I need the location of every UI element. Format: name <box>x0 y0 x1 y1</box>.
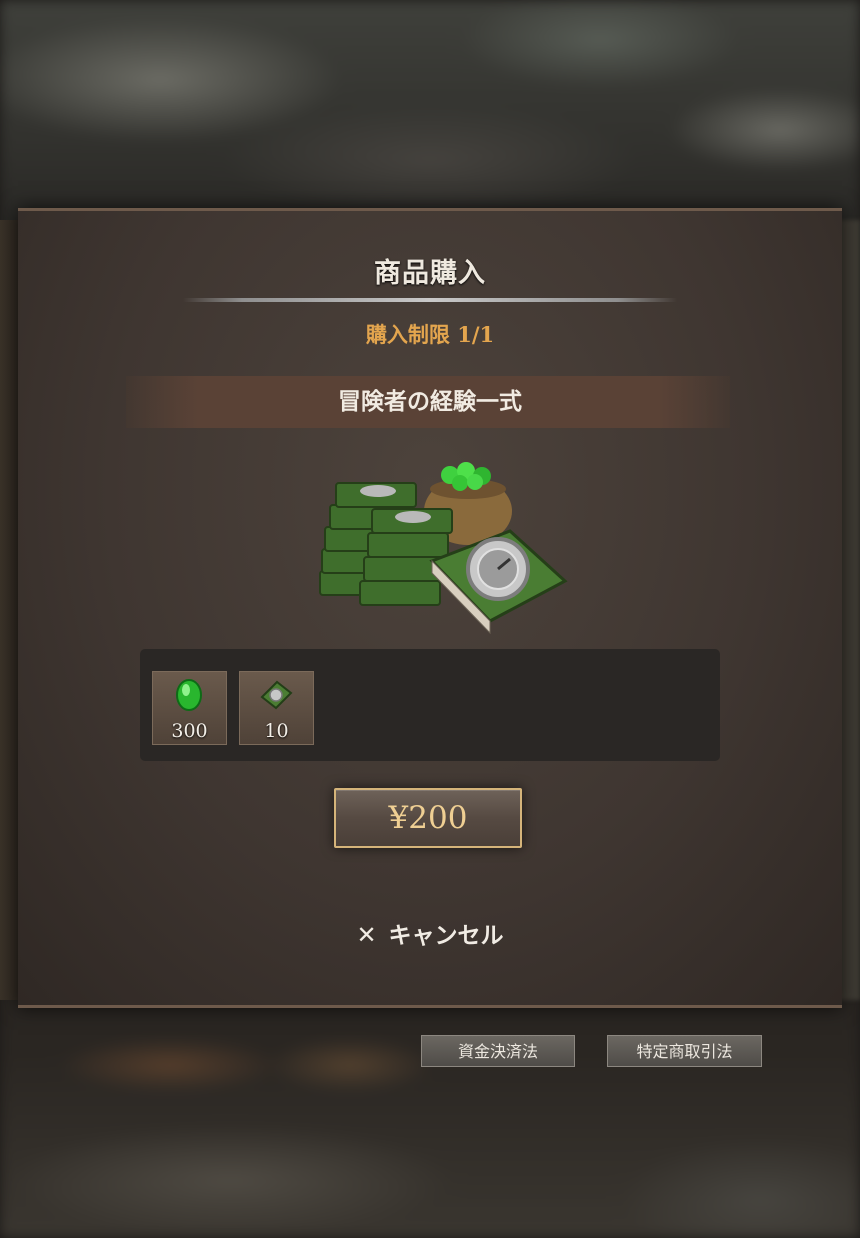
close-icon: ✕ <box>356 921 377 949</box>
green-book-icon <box>260 680 293 710</box>
title-divider <box>183 298 677 302</box>
commercial-transactions-act-button[interactable]: 特定商取引法 <box>607 1035 762 1067</box>
funds-settlement-act-button[interactable]: 資金決済法 <box>421 1035 575 1067</box>
purchase-dialog: 商品購入 購入制限 1/1 冒険者の経験一式 300 10 ¥200 ✕ キャン… <box>18 208 842 1008</box>
dialog-title: 商品購入 <box>374 258 486 289</box>
purchase-limit: 購入制限 1/1 <box>365 322 495 347</box>
reward-items-panel: 300 10 <box>140 649 720 761</box>
product-bundle-image <box>319 462 568 635</box>
green-gem-icon <box>176 679 202 711</box>
buy-price-button[interactable]: ¥200 <box>334 788 522 848</box>
reward-item-quantity: 300 <box>171 720 208 742</box>
cancel-label: キャンセル <box>388 923 504 949</box>
reward-item-book[interactable]: 10 <box>239 671 314 745</box>
product-name: 冒険者の経験一式 <box>338 388 522 415</box>
cancel-button[interactable]: ✕ キャンセル <box>18 916 842 950</box>
reward-item-quantity: 10 <box>264 720 289 742</box>
reward-item-gem[interactable]: 300 <box>152 671 227 745</box>
